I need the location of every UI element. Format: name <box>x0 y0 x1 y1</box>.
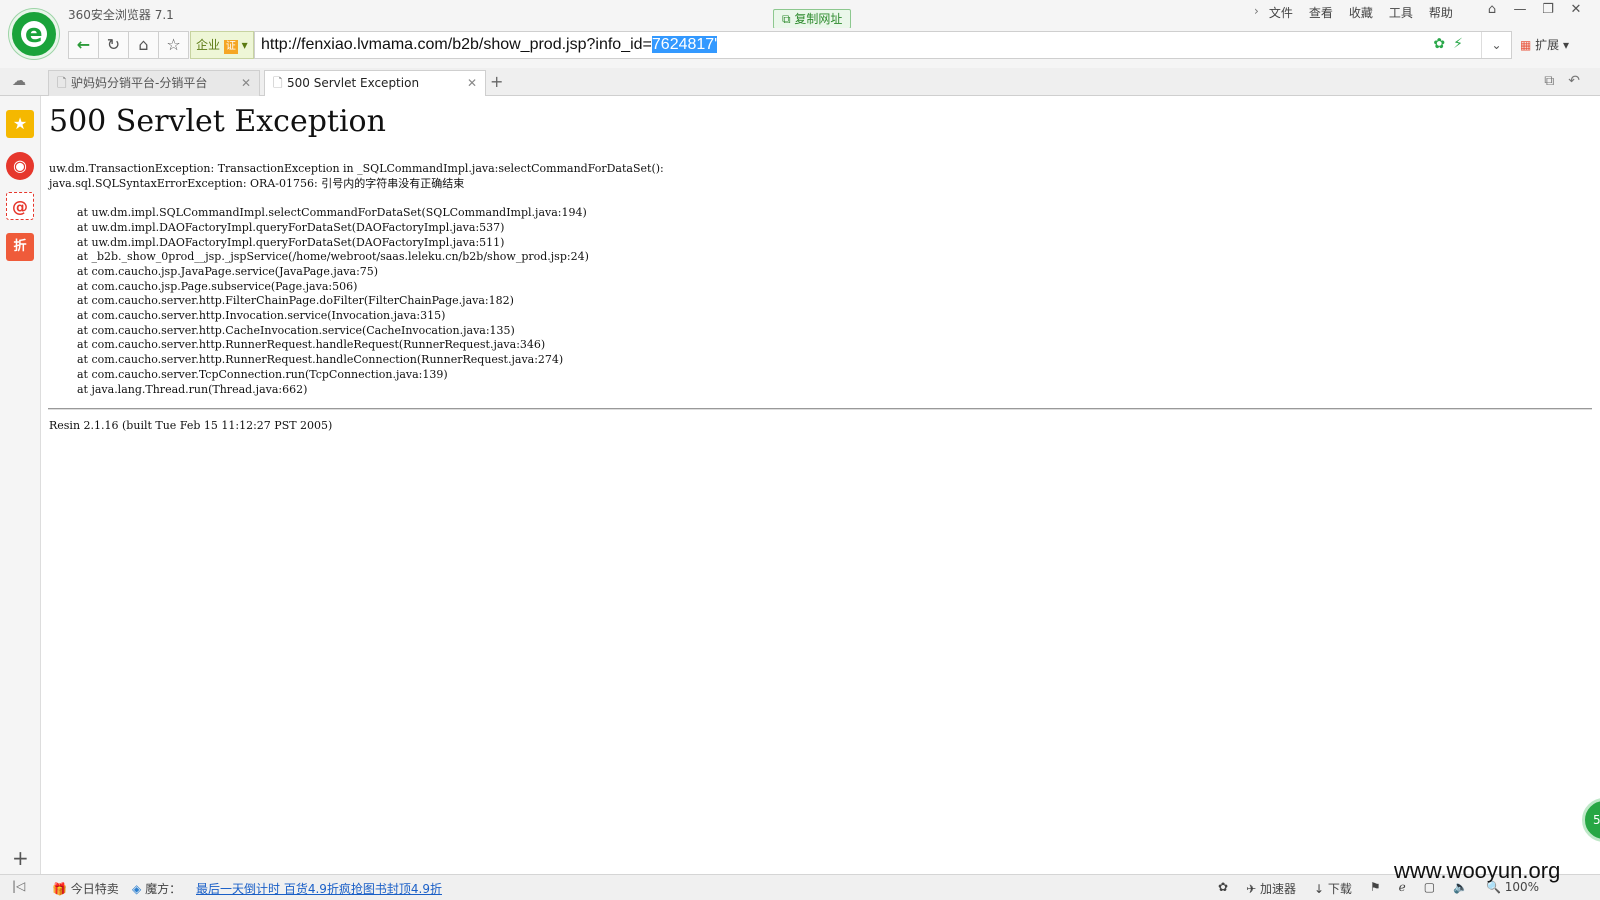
page-title: 500 Servlet Exception <box>49 104 386 139</box>
copy-url-label: 复制网址 <box>794 12 843 26</box>
lightning-icon[interactable]: ⚡ <box>1453 36 1463 52</box>
stack-trace: uw.dm.TransactionException: TransactionE… <box>49 162 664 396</box>
safe-icon[interactable]: ✿ <box>1433 36 1445 52</box>
title-bar: 360安全浏览器 7.1 ⧉ 复制网址 › 文件 查看 收藏 工具 帮助 ⌂ —… <box>0 0 1600 29</box>
app-title: 360安全浏览器 7.1 <box>68 8 174 22</box>
address-bar[interactable]: http://fenxiao.lvmama.com/b2b/show_prod.… <box>254 31 1512 59</box>
maximize-button[interactable]: ❐ <box>1534 0 1562 22</box>
refresh-icon[interactable]: ↻ <box>98 31 129 59</box>
tab-bar: ☁ 🗋 驴妈妈分销平台-分销平台 ✕ 🗋 500 Servlet Excepti… <box>0 68 1600 97</box>
undo-close-icon[interactable]: ↶ <box>1568 73 1580 89</box>
close-tab-icon[interactable]: ✕ <box>241 71 251 95</box>
download-label: 下载 <box>1327 882 1352 896</box>
rocket-icon: ✈ <box>1246 882 1260 896</box>
enterprise-cert-button[interactable]: 企业 证 ▾ <box>190 31 254 59</box>
discount-icon[interactable]: 折 <box>6 233 34 261</box>
close-button[interactable]: ✕ <box>1562 0 1590 22</box>
collapse-sidebar-icon[interactable]: |◁ <box>12 879 25 893</box>
gift-icon: 🎁 <box>52 882 67 896</box>
browser-logo-icon: e <box>9 9 59 59</box>
logo-letter-e: e <box>25 19 43 49</box>
page-icon: 🗋 <box>57 76 67 90</box>
back-arrow-icon[interactable]: ← <box>68 31 99 59</box>
add-sidebar-item-icon[interactable]: + <box>12 846 29 870</box>
weibo-icon[interactable]: ◉ <box>6 152 34 180</box>
menu-view[interactable]: 查看 <box>1309 4 1333 21</box>
tab-label: 驴妈妈分销平台-分销平台 <box>71 76 208 90</box>
copy-url-button[interactable]: ⧉ 复制网址 <box>773 9 852 29</box>
extensions-label: 扩展 <box>1535 38 1560 52</box>
extensions-icon: ▦ <box>1520 38 1532 52</box>
cube-icon: ◈ <box>132 882 142 896</box>
window-controls: ⌂ — ❐ ✕ <box>1478 0 1590 22</box>
magic-cube-button[interactable]: ◈ 魔方： <box>132 880 181 897</box>
new-tab-button[interactable]: + <box>490 72 503 91</box>
nav-buttons: ← ↻ ⌂ ☆ <box>68 31 189 59</box>
enterprise-label: 企业 <box>196 38 221 52</box>
menu-favorites[interactable]: 收藏 <box>1349 4 1373 21</box>
cloud-icon[interactable]: ☁ <box>12 73 26 89</box>
tab-tools: ⧉ ↶ <box>1544 73 1580 89</box>
skin-icon[interactable]: ⌂ <box>1478 0 1506 22</box>
home-icon[interactable]: ⌂ <box>128 31 159 59</box>
extensions-button[interactable]: ▦ 扩展 ▾ <box>1520 36 1569 53</box>
url-icons: ✿ ⚡ <box>1433 36 1463 52</box>
deals-label: 今日特卖 <box>70 882 119 896</box>
copy-icon: ⧉ <box>782 12 795 26</box>
navigation-toolbar: ← ↻ ⌂ ☆ 企业 证 ▾ http://fenxiao.lvmama.com… <box>0 28 1600 68</box>
mail-icon[interactable]: @ <box>6 192 34 220</box>
download-icon: ↓ <box>1313 882 1328 896</box>
page-content: 500 Servlet Exception uw.dm.TransactionE… <box>48 96 1592 874</box>
tab-label: 500 Servlet Exception <box>287 76 420 90</box>
deals-button[interactable]: 🎁 今日特卖 <box>52 880 119 897</box>
watermark: www.wooyun.org <box>1394 858 1561 883</box>
accelerator-button[interactable]: ✈ 加速器 <box>1246 880 1296 897</box>
close-tab-icon[interactable]: ✕ <box>467 71 477 95</box>
tab-lvmama[interactable]: 🗋 驴妈妈分销平台-分销平台 ✕ <box>48 70 260 96</box>
star-icon[interactable]: ☆ <box>158 31 189 59</box>
menu-bar: › 文件 查看 收藏 工具 帮助 <box>1254 4 1453 21</box>
menu-help[interactable]: 帮助 <box>1429 4 1453 21</box>
cert-badge: 证 <box>223 40 238 54</box>
url-selected-text: 7624817' <box>651 36 718 53</box>
server-signature: Resin 2.1.16 (built Tue Feb 15 11:12:27 … <box>49 419 333 432</box>
download-button[interactable]: ↓ 下载 <box>1314 880 1352 897</box>
promo-link[interactable]: 最后一天倒计时 百货4.9折疯抢图书封顶4.9折 <box>196 880 442 897</box>
menu-tools[interactable]: 工具 <box>1389 4 1413 21</box>
page-icon: 🗋 <box>273 76 283 90</box>
chevron-down-icon: ▾ <box>1563 38 1570 52</box>
minimize-button[interactable]: — <box>1506 0 1534 22</box>
restore-window-icon[interactable]: ⧉ <box>1544 73 1554 89</box>
sidebar: ★ ◉ @ 折 + <box>0 96 41 874</box>
chevron-down-icon: ▾ <box>241 38 248 52</box>
favorites-star-icon[interactable]: ★ <box>6 110 34 138</box>
accelerator-label: 加速器 <box>1259 882 1296 896</box>
url-prefix: http://fenxiao.lvmama.com/b2b/show_prod.… <box>261 36 652 53</box>
menu-file[interactable]: 文件 <box>1269 4 1293 21</box>
tab-servlet-exception[interactable]: 🗋 500 Servlet Exception ✕ <box>264 70 486 97</box>
security-icon[interactable]: ✿ <box>1218 880 1228 897</box>
url-text[interactable]: http://fenxiao.lvmama.com/b2b/show_prod.… <box>261 36 718 54</box>
flag-icon[interactable]: ⚑ <box>1370 880 1381 897</box>
divider <box>48 408 1592 410</box>
chevron-right-icon[interactable]: › <box>1254 4 1259 21</box>
url-dropdown-icon[interactable]: ⌄ <box>1481 32 1511 58</box>
status-bar: |◁ 🎁 今日特卖 ◈ 魔方： 最后一天倒计时 百货4.9折疯抢图书封顶4.9折… <box>0 874 1600 900</box>
magic-label: 魔方： <box>145 882 182 896</box>
